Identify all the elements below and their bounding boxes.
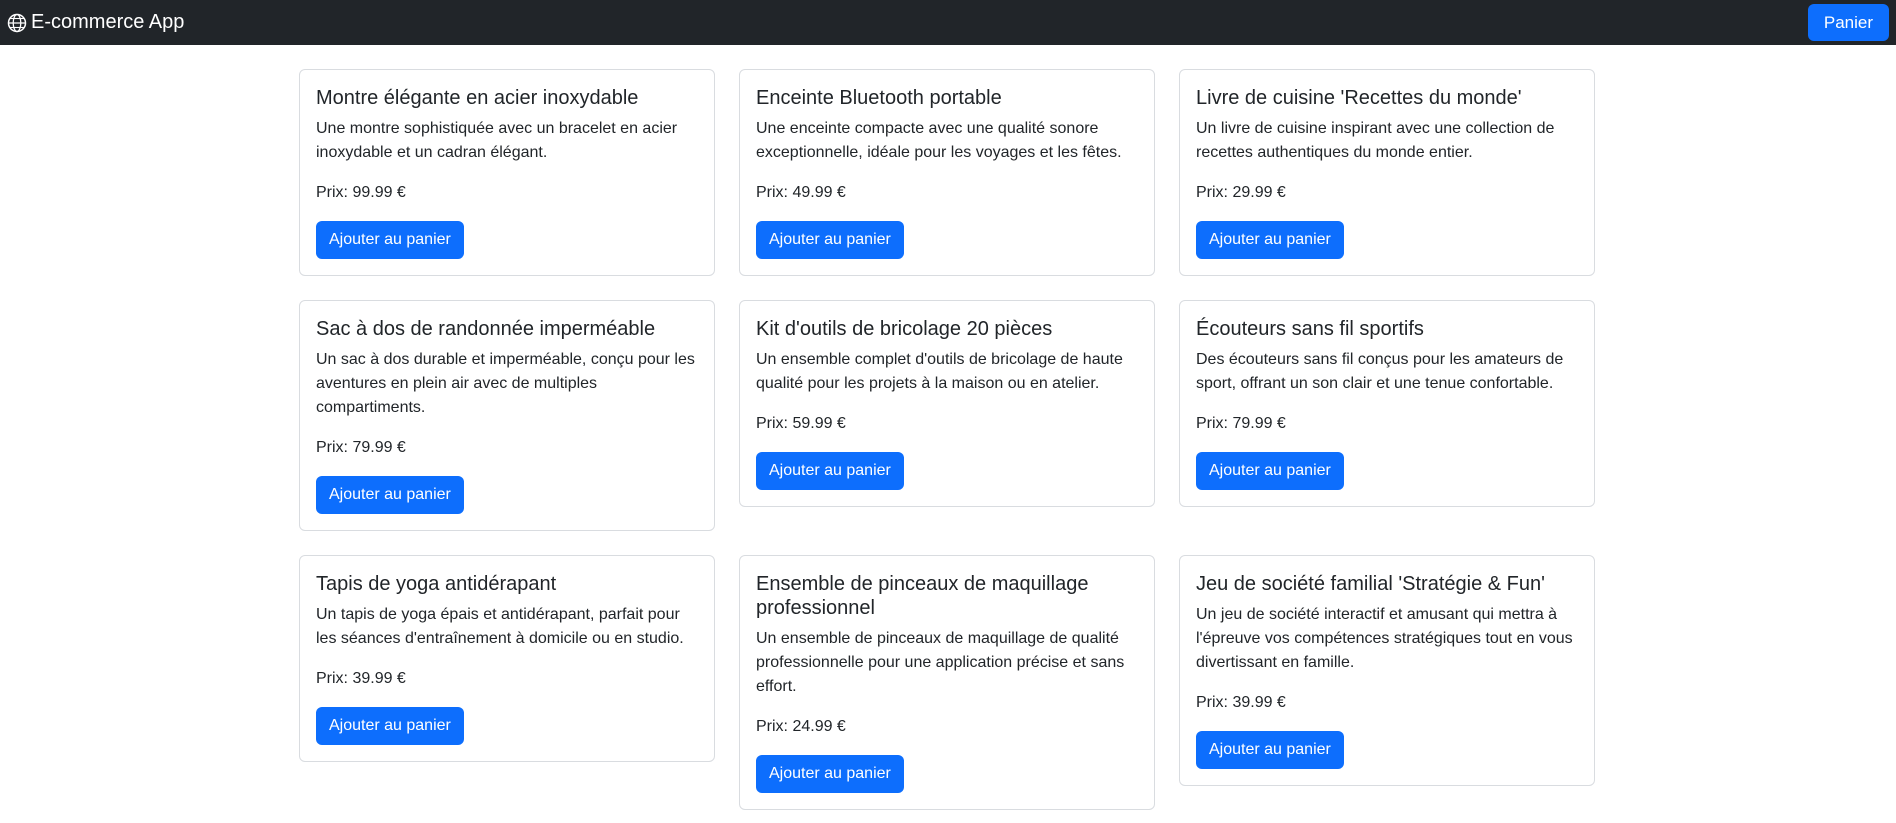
product-title: Enceinte Bluetooth portable xyxy=(756,87,1002,109)
product-grid: Montre élégante en acier inoxydable Une … xyxy=(299,69,1595,810)
product-title: Montre élégante en acier inoxydable xyxy=(316,87,639,109)
product-description: Des écouteurs sans fil conçus pour les a… xyxy=(1196,351,1564,392)
product-price: Prix: 79.99 € xyxy=(1196,415,1286,432)
product-title: Kit d'outils de bricolage 20 pièces xyxy=(756,318,1053,340)
product-card: Livre de cuisine 'Recettes du monde' Un … xyxy=(1179,69,1595,276)
product-title: Sac à dos de randonnée imperméable xyxy=(316,318,656,340)
product-price: Prix: 59.99 € xyxy=(756,415,846,432)
product-price: Prix: 29.99 € xyxy=(1196,184,1286,201)
product-card: Écouteurs sans fil sportifs Des écouteur… xyxy=(1179,300,1595,507)
product-description: Un tapis de yoga épais et antidérapant, … xyxy=(316,606,684,647)
add-to-cart-button[interactable]: Ajouter au panier xyxy=(316,221,464,259)
product-price: Prix: 79.99 € xyxy=(316,439,406,456)
product-title: Tapis de yoga antidérapant xyxy=(316,573,557,595)
product-description: Un ensemble complet d'outils de bricolag… xyxy=(756,351,1123,392)
add-to-cart-button[interactable]: Ajouter au panier xyxy=(316,707,464,745)
add-to-cart-button[interactable]: Ajouter au panier xyxy=(756,755,904,793)
product-title: Livre de cuisine 'Recettes du monde' xyxy=(1196,87,1522,109)
product-description: Une montre sophistiquée avec un bracelet… xyxy=(316,120,678,161)
product-card: Ensemble de pinceaux de maquillage profe… xyxy=(739,555,1155,810)
product-description: Un sac à dos durable et imperméable, con… xyxy=(316,351,695,416)
product-card: Jeu de société familial 'Stratégie & Fun… xyxy=(1179,555,1595,786)
product-price: Prix: 39.99 € xyxy=(316,670,406,687)
navbar: E-commerce App Panier xyxy=(0,0,1896,45)
product-card: Kit d'outils de bricolage 20 pièces Un e… xyxy=(739,300,1155,507)
product-price: Prix: 39.99 € xyxy=(1196,694,1286,711)
cart-button[interactable]: Panier xyxy=(1807,4,1889,41)
product-card: Tapis de yoga antidérapant Un tapis de y… xyxy=(299,555,715,762)
product-title: Jeu de société familial 'Stratégie & Fun… xyxy=(1196,573,1545,595)
brand-label: E-commerce App xyxy=(31,11,185,33)
globe-icon xyxy=(7,13,27,32)
product-card: Sac à dos de randonnée imperméable Un sa… xyxy=(299,300,715,531)
product-description: Un jeu de société interactif et amusant … xyxy=(1196,606,1573,671)
product-price: Prix: 99.99 € xyxy=(316,184,406,201)
product-description: Un livre de cuisine inspirant avec une c… xyxy=(1196,120,1555,161)
add-to-cart-button[interactable]: Ajouter au panier xyxy=(756,452,904,490)
product-title: Ensemble de pinceaux de maquillage profe… xyxy=(756,573,1089,619)
add-to-cart-button[interactable]: Ajouter au panier xyxy=(1196,452,1344,490)
add-to-cart-button[interactable]: Ajouter au panier xyxy=(316,476,464,514)
product-title: Écouteurs sans fil sportifs xyxy=(1196,318,1424,340)
product-card: Montre élégante en acier inoxydable Une … xyxy=(299,69,715,276)
product-price: Prix: 24.99 € xyxy=(756,718,846,735)
brand-link[interactable]: E-commerce App xyxy=(7,11,184,34)
product-description: Un ensemble de pinceaux de maquillage de… xyxy=(756,630,1125,695)
add-to-cart-button[interactable]: Ajouter au panier xyxy=(756,221,904,259)
product-card: Enceinte Bluetooth portable Une enceinte… xyxy=(739,69,1155,276)
add-to-cart-button[interactable]: Ajouter au panier xyxy=(1196,731,1344,769)
product-price: Prix: 49.99 € xyxy=(756,184,846,201)
product-description: Une enceinte compacte avec une qualité s… xyxy=(756,120,1122,161)
add-to-cart-button[interactable]: Ajouter au panier xyxy=(1196,221,1344,259)
